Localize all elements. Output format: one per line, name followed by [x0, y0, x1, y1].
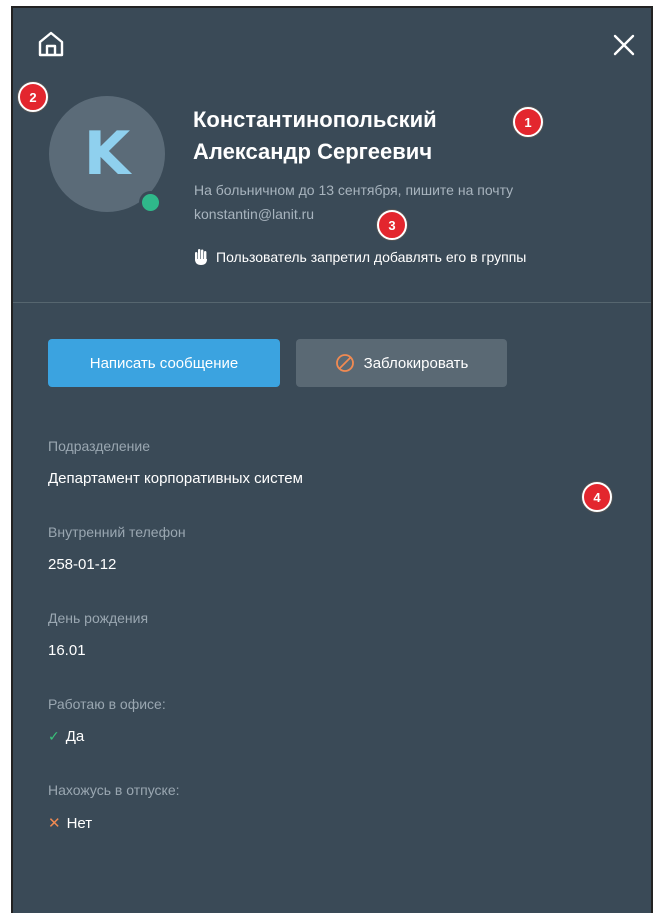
department-label: Подразделение [48, 438, 151, 454]
close-button[interactable] [609, 30, 639, 60]
cross-icon: ✕ [48, 815, 61, 832]
block-button-label: Заблокировать [363, 354, 469, 372]
home-icon [38, 31, 64, 57]
status-message: На больничном до 13 сентября, пишите на … [194, 178, 634, 226]
annotation-marker-4: 4 [582, 482, 612, 512]
user-name-line2: Александр Сергеевич [193, 139, 433, 164]
check-icon: ✓ [48, 728, 60, 744]
phone-value: 258-01-12 [48, 556, 116, 573]
office-label: Работаю в офисе: [48, 696, 166, 712]
office-value: ✓ Да [48, 728, 84, 745]
restriction-text: Пользователь запретил добавлять его в гр… [216, 249, 527, 265]
vacation-label: Нахожусь в отпуске: [48, 782, 180, 798]
department-text: Департамент корпоративных систем [48, 470, 303, 487]
close-icon [613, 34, 635, 56]
block-user-button[interactable]: Заблокировать [296, 339, 507, 387]
phone-text: 258-01-12 [48, 556, 117, 573]
status-email: konstantin@lanit.ru [194, 206, 315, 222]
block-icon [335, 354, 354, 372]
birthday-text: 16.01 [48, 642, 86, 659]
department-value: Департамент корпоративных систем [48, 470, 303, 487]
birthday-label: День рождения [48, 610, 149, 626]
hand-icon [195, 249, 207, 265]
phone-label: Внутренний телефон [48, 524, 186, 540]
office-text: Да [65, 728, 85, 745]
avatar-initial: K [83, 119, 131, 189]
home-button[interactable] [33, 26, 69, 62]
write-message-button[interactable]: Написать сообщение [48, 339, 280, 387]
annotation-marker-2: 2 [18, 82, 48, 112]
birthday-value: 16.01 [48, 642, 86, 659]
annotation-marker-1: 1 [513, 107, 543, 137]
annotation-marker-3: 3 [377, 210, 407, 240]
divider [13, 302, 651, 303]
profile-panel: K Константинопольский Александр Сергееви… [11, 6, 653, 913]
status-line1: На больничном до 13 сентября, пишите на … [194, 182, 514, 198]
group-restriction-notice: Пользователь запретил добавлять его в гр… [194, 248, 526, 266]
vacation-text: Нет [66, 814, 93, 832]
vacation-value: ✕ Нет [48, 814, 93, 833]
online-status-dot [139, 191, 162, 214]
